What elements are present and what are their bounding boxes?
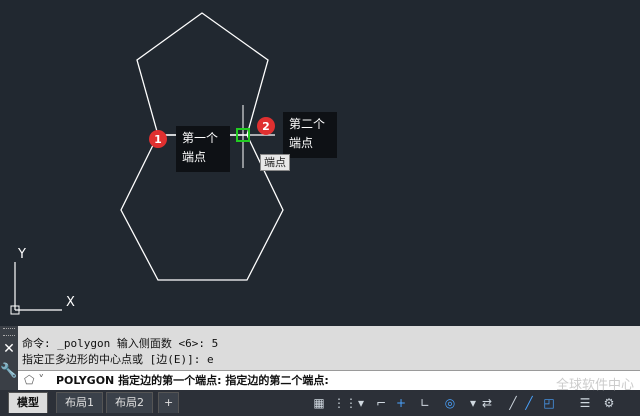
command-window[interactable]: ✕ 🔧 命令: _polygon 输入侧面数 <6>: 5 指定正多边形的中心点…	[0, 326, 640, 390]
dropdown-icon[interactable]: ▾	[352, 394, 370, 412]
lineweight-icon[interactable]: ╱	[520, 394, 538, 412]
tab-add-button[interactable]: +	[158, 392, 180, 413]
command-prompt-icon[interactable]: ⬠ ˅	[24, 372, 54, 389]
wrench-icon[interactable]: 🔧	[0, 360, 18, 382]
callout-second-endpoint: 第二个 端点	[283, 112, 337, 158]
command-window-side-bar: ✕ 🔧	[0, 326, 18, 390]
object-snap-tracking-icon[interactable]: ⇄	[478, 394, 496, 412]
drawing-svg[interactable]: 1 2 Y X	[0, 0, 640, 326]
ortho-icon[interactable]: ∟	[416, 394, 434, 412]
drawing-canvas[interactable]: 1 2 Y X 第一个 端点 第二个 端点 端点	[0, 0, 640, 326]
snap-tooltip: 端点	[260, 154, 290, 171]
command-history-line-2: 指定正多边形的中心点或 [边(E)]: e	[22, 353, 214, 366]
callout-first-line1: 第一个	[182, 131, 219, 145]
callout-first-endpoint: 第一个 端点	[176, 126, 230, 172]
callout-second-line1: 第二个	[289, 117, 326, 131]
marker-1-label: 1	[154, 133, 162, 146]
transparency-icon[interactable]: ◰	[540, 394, 558, 412]
selection-cycling-icon[interactable]: ☰	[576, 394, 594, 412]
tab-layout2[interactable]: 布局2	[106, 392, 153, 413]
dynamic-input-icon[interactable]: +	[392, 394, 410, 412]
ucs-y-label: Y	[17, 247, 26, 262]
command-window-gripper[interactable]	[3, 328, 15, 336]
command-prompt-text: POLYGON 指定边的第一个端点: 指定边的第二个端点:	[56, 374, 329, 387]
infer-constraints-icon[interactable]: ⌐	[372, 394, 390, 412]
ucs-x-label: X	[66, 295, 75, 310]
grid-icon[interactable]: ▦	[310, 394, 328, 412]
watermark: 全球软件中心	[555, 378, 634, 393]
command-input[interactable]: ⬠ ˅ POLYGON 指定边的第一个端点: 指定边的第二个端点:	[18, 370, 640, 390]
close-icon[interactable]: ✕	[0, 338, 18, 360]
polar-tracking-icon[interactable]: ◎	[441, 394, 459, 412]
tab-layout1[interactable]: 布局1	[56, 392, 103, 413]
marker-2-label: 2	[262, 120, 270, 133]
customize-icon[interactable]: ⚙	[600, 394, 618, 412]
command-history-line-1: 命令: _polygon 输入侧面数 <6>: 5	[22, 337, 219, 350]
polygon-top[interactable]	[136, 12, 269, 136]
tab-model[interactable]: 模型	[8, 392, 48, 413]
snap-mode-icon[interactable]: ⋮⋮	[333, 394, 357, 412]
callout-first-line2: 端点	[182, 150, 207, 164]
status-bar: 模型 布局1 布局2 + ▦ ⋮⋮ ▾ ⌐ + ∟ ◎ ▾ ⇄ ╱ ╱ ◰ ☰ …	[0, 390, 640, 416]
callout-second-line2: 端点	[289, 136, 314, 150]
